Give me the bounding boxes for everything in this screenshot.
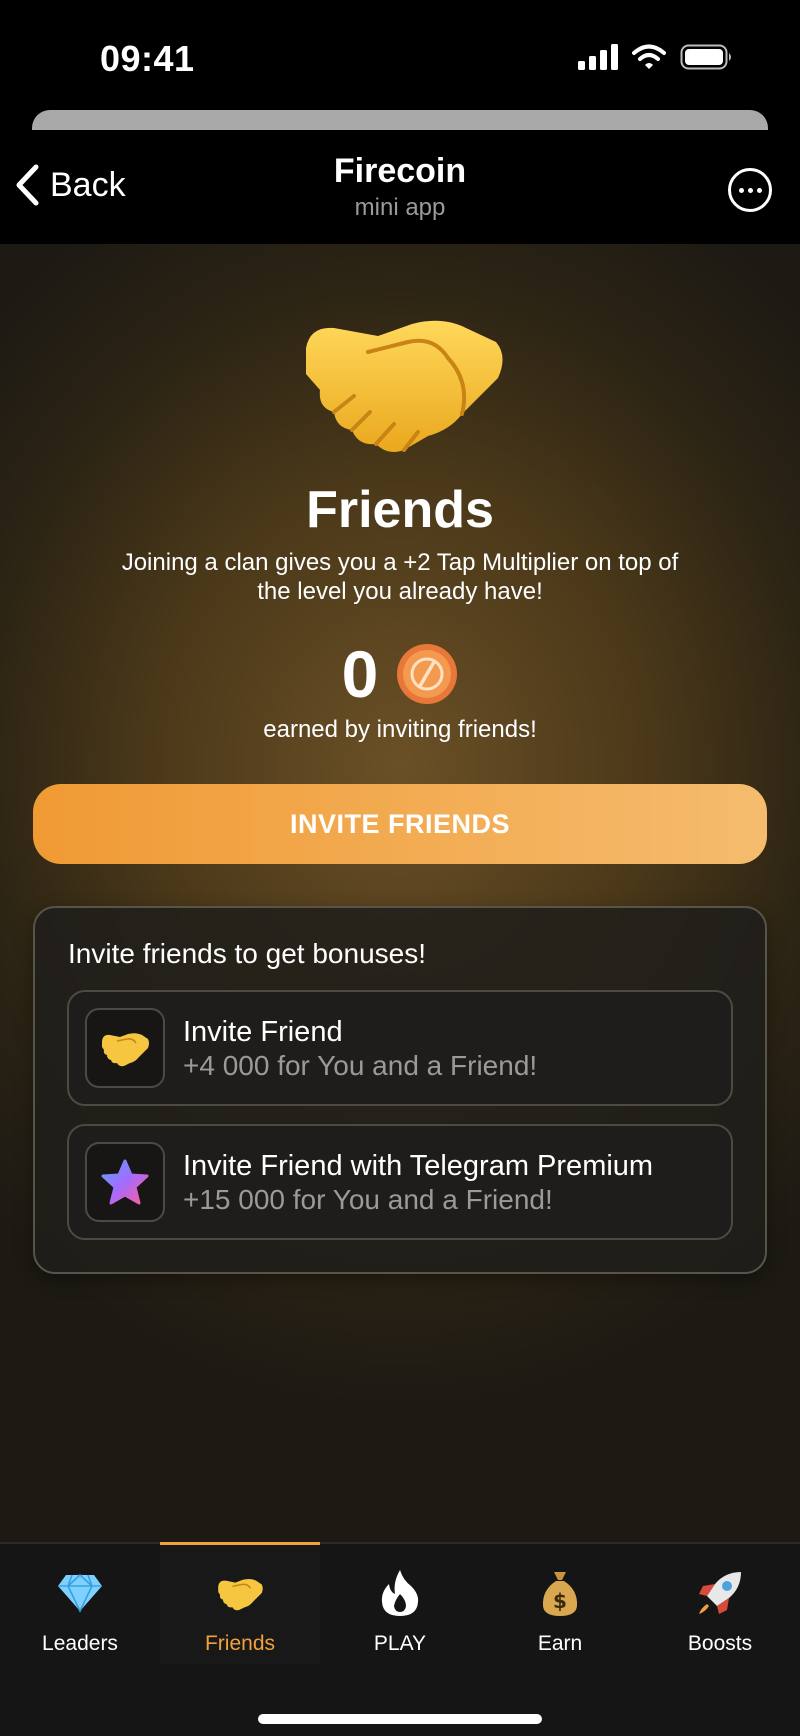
tab-friends[interactable]: Friends [160, 1542, 320, 1664]
tab-label: Leaders [42, 1632, 118, 1655]
cellular-signal-icon [578, 44, 618, 70]
page-title: Friends [306, 481, 494, 539]
status-bar: 09:41 [0, 0, 800, 110]
tab-label: PLAY [373, 1632, 427, 1655]
star-icon [101, 1159, 149, 1205]
bonus-card: Invite friends to get bonuses! Invite Fr… [33, 906, 767, 1274]
bonus-icon-box [85, 1142, 165, 1222]
more-icon-dot [747, 187, 753, 193]
status-icons [578, 44, 734, 70]
diamond-icon [58, 1573, 102, 1613]
bonus-reward: +4 000 for You and a Friend! [183, 1050, 538, 1081]
nav-bar: Back Firecoin mini app [0, 130, 800, 244]
more-options-button[interactable] [728, 168, 772, 212]
tab-leaders[interactable]: Leaders [0, 1544, 160, 1664]
earned-value: 0 [341, 637, 379, 711]
handshake-icon [102, 1033, 149, 1067]
svg-text:$: $ [553, 1589, 567, 1613]
bonus-heading: Invite friends to get bonuses! [68, 938, 426, 969]
firecoin-icon [397, 644, 458, 704]
tab-label: Friends [204, 1632, 276, 1655]
sheet-top-edge [32, 110, 768, 130]
page-description: Joining a clan gives you a +2 Tap Multip… [121, 549, 679, 605]
earned-row: 0 [0, 639, 800, 709]
tab-label: Earn [537, 1632, 583, 1655]
battery-icon [680, 44, 731, 70]
bonus-reward: +15 000 for You and a Friend! [183, 1184, 553, 1215]
rocket-icon [699, 1572, 741, 1614]
flame-icon [381, 1570, 419, 1616]
earned-caption: earned by inviting friends! [263, 716, 537, 743]
more-icon-dot [738, 187, 744, 193]
app-subtitle: mini app [354, 194, 446, 221]
home-indicator [258, 1714, 542, 1724]
bonus-icon-box [85, 1008, 165, 1088]
invite-friend-item[interactable]: Invite Friend +4 000 for You and a Frien… [67, 990, 733, 1106]
tab-label: Boosts [687, 1632, 753, 1655]
wifi-icon [632, 44, 666, 69]
invite-premium-friend-item[interactable]: Invite Friend with Telegram Premium +15 … [67, 1124, 733, 1240]
bonus-title: Invite Friend [183, 1016, 343, 1048]
tab-boosts[interactable]: Boosts [640, 1544, 800, 1664]
more-icon-dot [756, 187, 762, 193]
tab-earn[interactable]: $ Earn [480, 1544, 640, 1664]
invite-friends-button[interactable]: INVITE FRIENDS [33, 784, 767, 864]
handshake-icon [218, 1578, 263, 1611]
handshake-icon [306, 320, 503, 452]
app-title: Firecoin [333, 152, 467, 190]
tab-play[interactable]: PLAY [320, 1544, 480, 1664]
tab-bar: Leaders Friends PLAY $ Earn Boosts [0, 1542, 800, 1736]
bonus-title: Invite Friend with Telegram Premium [183, 1150, 654, 1182]
status-time: 09:41 [100, 38, 195, 79]
money-bag-icon: $ [542, 1572, 578, 1616]
friends-screen: Friends Joining a clan gives you a +2 Ta… [0, 244, 800, 1542]
